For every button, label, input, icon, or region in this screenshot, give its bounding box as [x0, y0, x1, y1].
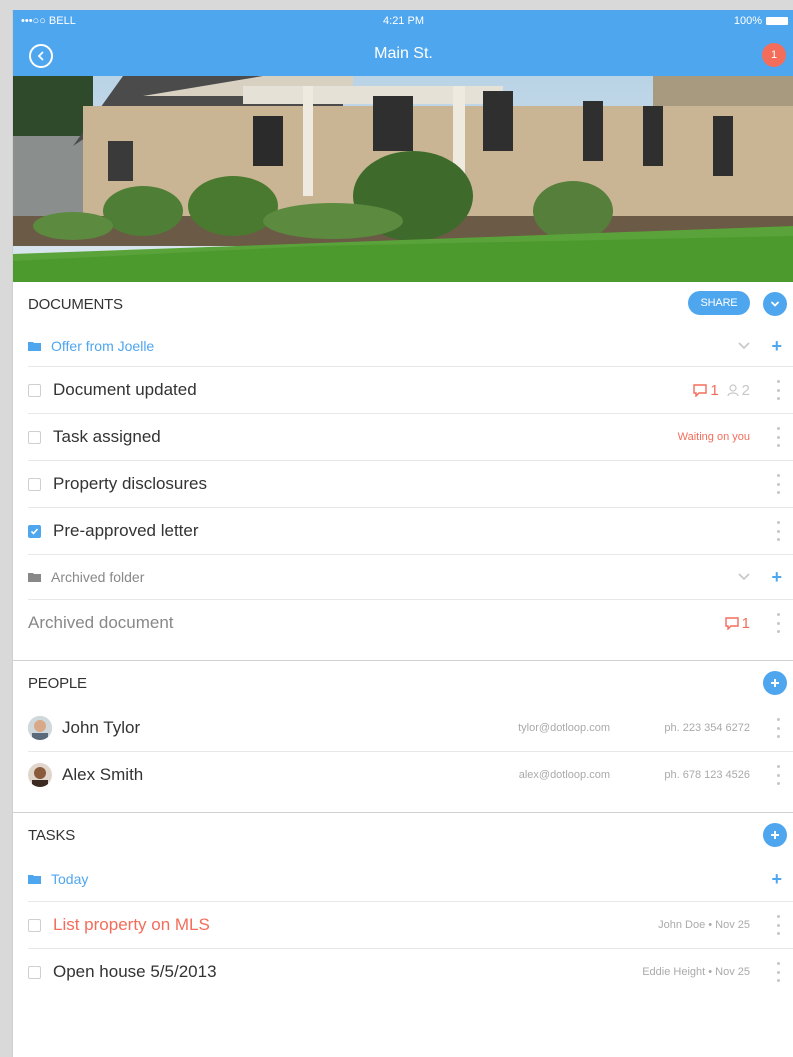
battery-percent: 100% [733, 15, 762, 27]
more-icon[interactable] [774, 613, 782, 633]
document-row[interactable]: Task assigned Waiting on you [28, 414, 793, 461]
person-name: Alex Smith [62, 765, 144, 784]
main-content: DOCUMENTS SHARE Offer from Joelle + Docu… [13, 282, 793, 995]
collapse-button[interactable] [763, 292, 787, 316]
add-document-icon[interactable]: + [771, 567, 782, 588]
folder-label: Archived folder [51, 569, 145, 585]
plus-icon [771, 679, 779, 687]
checkbox[interactable] [28, 383, 41, 397]
document-row[interactable]: Property disclosures [28, 461, 793, 508]
checkbox[interactable] [28, 918, 41, 932]
house-image [13, 76, 793, 282]
documents-header: DOCUMENTS SHARE [13, 282, 793, 326]
nav-bar: Main St. 1 [13, 32, 793, 76]
folder-icon [28, 342, 41, 351]
more-icon[interactable] [774, 962, 782, 982]
task-meta: John Doe • Nov 25 [658, 919, 750, 931]
document-label: Property disclosures [53, 474, 208, 493]
notification-badge[interactable]: 1 [762, 43, 786, 67]
add-person-button[interactable] [763, 671, 787, 695]
folder-row-archived[interactable]: Archived folder + [28, 555, 793, 600]
person-phone[interactable]: ph. 678 123 4526 [664, 769, 750, 781]
folder-row-offer[interactable]: Offer from Joelle + [28, 326, 793, 367]
person-phone[interactable]: ph. 223 354 6272 [664, 722, 750, 734]
property-photo [13, 76, 793, 282]
battery-icon [766, 17, 788, 25]
document-label: Document updated [53, 380, 197, 399]
more-icon[interactable] [774, 915, 782, 935]
person-icon [727, 383, 739, 396]
folder-label: Today [51, 871, 89, 887]
share-button[interactable]: SHARE [688, 291, 750, 315]
document-label: Pre-approved letter [53, 521, 199, 540]
checkbox[interactable] [28, 430, 41, 444]
status-bar: •••○○ BELL 4:21 PM 100% [13, 10, 793, 32]
add-task-button[interactable] [763, 823, 787, 847]
checkbox[interactable] [28, 477, 41, 491]
more-icon[interactable] [774, 427, 782, 447]
ipad-screen: •••○○ BELL 4:21 PM 100% Main St. 1 DOCUM… [12, 10, 793, 1057]
document-row[interactable]: Document updated 1 2 [28, 367, 793, 414]
page-title: Main St. [374, 45, 433, 62]
tasks-header: TASKS [13, 813, 793, 857]
documents-title: DOCUMENTS [28, 295, 123, 313]
document-row[interactable]: Pre-approved letter [28, 508, 793, 555]
document-row[interactable]: Archived document 1 [28, 600, 793, 646]
more-icon[interactable] [774, 474, 782, 494]
document-label: Task assigned [53, 427, 161, 446]
comment-icon [693, 383, 708, 397]
person-email[interactable]: tylor@dotloop.com [518, 722, 610, 734]
clock: 4:21 PM [383, 15, 424, 27]
folder-icon [28, 875, 41, 884]
chevron-down-icon [771, 301, 779, 307]
document-label: Archived document [28, 613, 174, 632]
task-folder-today[interactable]: Today + [28, 857, 793, 902]
people-header: PEOPLE [13, 661, 793, 705]
comment-count[interactable]: 1 2 [693, 382, 750, 399]
person-row[interactable]: Alex Smith alex@dotloop.com ph. 678 123 … [28, 752, 793, 798]
task-row[interactable]: List property on MLS John Doe • Nov 25 [28, 902, 793, 949]
battery-indicator: 100% [734, 15, 788, 27]
checkbox-checked[interactable] [28, 524, 41, 538]
comment-count[interactable]: 1 [724, 614, 750, 632]
avatar [28, 763, 52, 787]
person-email[interactable]: alex@dotloop.com [519, 769, 610, 781]
task-row[interactable]: Open house 5/5/2013 Eddie Height • Nov 2… [28, 949, 793, 995]
people-count-value: 2 [741, 381, 750, 399]
folder-label: Offer from Joelle [51, 338, 155, 354]
chevron-down-icon[interactable] [738, 573, 750, 581]
avatar [28, 716, 52, 740]
add-document-icon[interactable]: + [771, 336, 782, 357]
tasks-title: TASKS [28, 826, 76, 844]
more-icon[interactable] [774, 380, 782, 400]
folder-icon [28, 573, 41, 582]
task-label: Open house 5/5/2013 [53, 962, 217, 981]
more-icon[interactable] [774, 765, 782, 785]
plus-icon [771, 831, 779, 839]
check-icon [30, 527, 39, 535]
person-name: John Tylor [62, 718, 141, 737]
more-icon[interactable] [774, 521, 782, 541]
chevron-down-icon[interactable] [738, 342, 750, 350]
checkbox[interactable] [28, 965, 41, 979]
comment-count-value: 1 [741, 614, 750, 632]
add-task-icon[interactable]: + [771, 869, 782, 890]
task-label: List property on MLS [53, 915, 210, 934]
task-meta: Eddie Height • Nov 25 [642, 966, 750, 978]
comment-count-value: 1 [710, 381, 719, 399]
people-title: PEOPLE [28, 674, 87, 692]
more-icon[interactable] [774, 718, 782, 738]
status-text: Waiting on you [677, 431, 750, 443]
comment-icon [724, 616, 739, 630]
person-row[interactable]: John Tylor tylor@dotloop.com ph. 223 354… [28, 705, 793, 752]
